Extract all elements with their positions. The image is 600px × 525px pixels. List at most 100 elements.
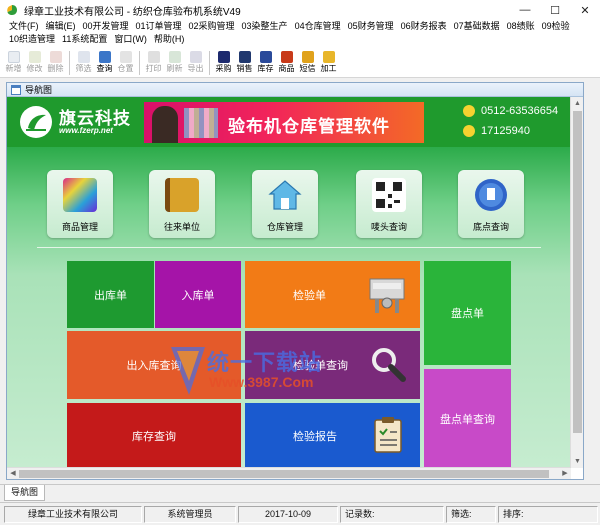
qq-icon xyxy=(463,125,475,137)
process-button[interactable]: 加工 xyxy=(318,48,339,78)
tab-navigation[interactable]: 导航图 xyxy=(4,485,46,501)
purchase-icon xyxy=(217,51,230,63)
scroll-right-icon[interactable]: ▶ xyxy=(559,468,571,480)
fabric-icon xyxy=(63,178,97,212)
menu-finance[interactable]: 05财务管理 xyxy=(345,20,398,33)
menu-performance[interactable]: 08绩账 xyxy=(504,20,539,33)
grid-button[interactable]: 仓置 xyxy=(115,48,136,78)
navigation-window-title: 导航图 xyxy=(25,85,53,95)
stocktake-tile[interactable]: 盘点单 xyxy=(424,261,511,365)
inspection-tile[interactable]: 检验单 xyxy=(245,261,420,328)
phone-contact: 0512-63536654 xyxy=(463,105,558,117)
inventory-icon xyxy=(259,51,272,63)
warehouse-management-button[interactable]: 仓库管理 xyxy=(252,170,318,238)
filter-button[interactable]: 筛选 xyxy=(73,48,94,78)
vertical-scrollbar[interactable]: ▲ ▼ xyxy=(570,97,583,468)
window-icon xyxy=(11,84,21,95)
header-banner: 旗云科技 www.fzerp.net 验布机仓库管理软件 0512-635366… xyxy=(7,97,571,147)
stocktake-query-tile[interactable]: 盘点单查询 xyxy=(424,369,511,468)
inventory-query-tile[interactable]: 库存查询 xyxy=(67,403,241,468)
goods-icon xyxy=(280,51,293,63)
maximize-button[interactable]: ☐ xyxy=(540,0,570,20)
menu-dyeing[interactable]: 03染整生产 xyxy=(239,20,292,33)
outbound-tile[interactable]: 出库单 xyxy=(67,261,154,328)
refresh-icon xyxy=(168,51,181,63)
query-icon xyxy=(98,51,111,63)
sales-button[interactable]: 销售 xyxy=(234,48,255,78)
brand-logo-icon xyxy=(20,106,52,138)
menu-file[interactable]: 文件(F) xyxy=(6,20,43,33)
toolbar: 新增 修改 删除 筛选 查询 仓置 打印 刷新 导出 采购 销售 库存 商品 短… xyxy=(0,48,600,78)
phone-icon xyxy=(463,105,475,117)
inspection-query-tile[interactable]: 检验单查询 xyxy=(245,331,420,399)
print-button[interactable]: 打印 xyxy=(143,48,164,78)
search-globe-icon xyxy=(475,179,507,211)
scroll-up-icon[interactable]: ▲ xyxy=(571,97,584,110)
new-button[interactable]: 新增 xyxy=(3,48,24,78)
menu-window[interactable]: 窗口(W) xyxy=(111,33,151,46)
in-out-query-tile[interactable]: 出入库查询 xyxy=(67,331,241,399)
menu-development[interactable]: 00开发管理 xyxy=(80,20,133,33)
scroll-left-icon[interactable]: ◀ xyxy=(7,468,19,480)
goods-button[interactable]: 商品 xyxy=(276,48,297,78)
edit-icon xyxy=(28,51,41,63)
minimize-button[interactable]: — xyxy=(510,0,540,20)
goods-management-button[interactable]: 商品管理 xyxy=(47,170,113,238)
title-bar: 绿章工业技术有限公司 - 纺织仓库验布机系统V49 — ☐ ✕ xyxy=(0,0,600,20)
status-sort: 排序: xyxy=(498,505,598,523)
purchase-button[interactable]: 采购 xyxy=(213,48,234,78)
scroll-down-icon[interactable]: ▼ xyxy=(571,455,584,468)
navigation-window-titlebar: 导航图 xyxy=(7,83,583,97)
menu-inspection[interactable]: 09检验 xyxy=(539,20,574,33)
banner-fabric-image xyxy=(184,108,218,138)
status-filter: 筛选: xyxy=(446,505,496,523)
menu-orders[interactable]: 01订单管理 xyxy=(133,20,186,33)
menu-system-config[interactable]: 11系统配置 xyxy=(59,33,111,46)
qq-number: 17125940 xyxy=(481,125,530,137)
menu-basic-data[interactable]: 07基础数据 xyxy=(451,20,504,33)
query-button[interactable]: 查询 xyxy=(94,48,115,78)
toolbar-separator xyxy=(69,51,70,75)
menu-help[interactable]: 帮助(H) xyxy=(151,33,189,46)
inbound-tile[interactable]: 入库单 xyxy=(155,261,241,328)
process-icon xyxy=(322,51,335,63)
magnifier-icon xyxy=(372,348,406,382)
delete-button[interactable]: 删除 xyxy=(45,48,66,78)
close-button[interactable]: ✕ xyxy=(570,0,600,20)
toolbar-separator xyxy=(209,51,210,75)
navigation-window: 导航图 旗云科技 www.fzerp.net 验布机仓库管理软件 0512-63… xyxy=(6,82,584,480)
new-icon xyxy=(7,51,20,63)
status-date: 2017-10-09 xyxy=(238,505,338,523)
horizontal-scrollbar[interactable]: ◀ ▶ xyxy=(7,467,571,479)
export-button[interactable]: 导出 xyxy=(185,48,206,78)
refresh-button[interactable]: 刷新 xyxy=(164,48,185,78)
sms-button[interactable]: 短信 xyxy=(297,48,318,78)
menu-weaving[interactable]: 10织造管理 xyxy=(6,33,59,46)
contacts-button[interactable]: 往来单位 xyxy=(149,170,215,238)
base-point-query-button[interactable]: 底点查询 xyxy=(458,170,524,238)
navigation-canvas: 旗云科技 www.fzerp.net 验布机仓库管理软件 0512-635366… xyxy=(7,97,571,468)
menu-finance-reports[interactable]: 06财务报表 xyxy=(398,20,451,33)
horizontal-scroll-thumb[interactable] xyxy=(19,470,549,478)
sms-icon xyxy=(301,51,314,63)
menu-bar: 文件(F) 编辑(E) 00开发管理 01订单管理 02采购管理 03染整生产 … xyxy=(0,20,600,48)
mark-query-button[interactable]: 唛头查询 xyxy=(356,170,422,238)
status-record-count: 记录数: xyxy=(340,505,444,523)
menu-purchasing[interactable]: 02采购管理 xyxy=(186,20,239,33)
status-bar: 绿章工业技术有限公司 系统管理员 2017-10-09 记录数: 筛选: 排序: xyxy=(0,502,600,525)
edit-button[interactable]: 修改 xyxy=(24,48,45,78)
inspection-report-tile[interactable]: 检验报告 xyxy=(245,403,420,468)
banner-title: 验布机仓库管理软件 xyxy=(228,117,390,136)
export-icon xyxy=(189,51,202,63)
app-icon xyxy=(7,5,17,15)
vertical-scroll-thumb[interactable] xyxy=(573,111,582,433)
inventory-button[interactable]: 库存 xyxy=(255,48,276,78)
menu-edit[interactable]: 编辑(E) xyxy=(43,20,80,33)
print-icon xyxy=(147,51,160,63)
qq-contact: 17125940 xyxy=(463,125,530,137)
inspection-machine-icon xyxy=(369,278,405,313)
brand-url: www.fzerp.net xyxy=(59,126,113,135)
menu-warehouse[interactable]: 04仓库管理 xyxy=(292,20,345,33)
delete-icon xyxy=(49,51,62,63)
sales-icon xyxy=(238,51,251,63)
